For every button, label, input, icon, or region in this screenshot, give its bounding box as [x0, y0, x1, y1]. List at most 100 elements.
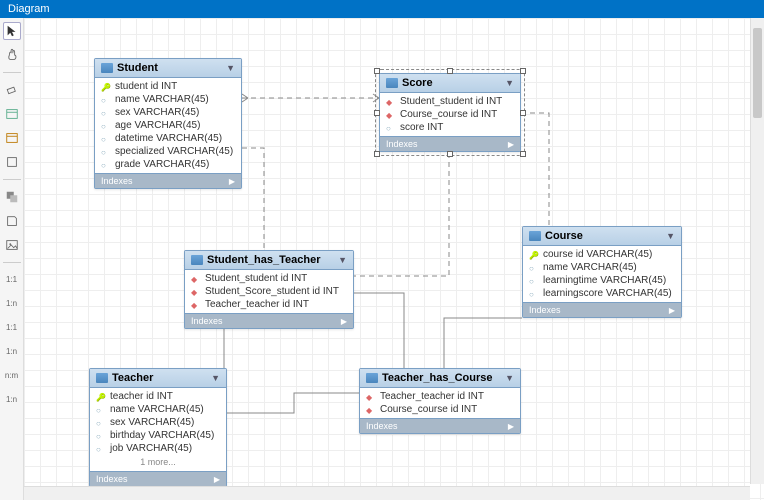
column-row[interactable]: student id INT [95, 80, 241, 93]
column-icon [101, 95, 111, 105]
tool-rel-1n-id[interactable]: 1:n [3, 343, 21, 361]
column-row[interactable]: course id VARCHAR(45) [523, 248, 681, 261]
entity-footer[interactable]: Indexes▶ [380, 136, 520, 151]
tool-table[interactable] [3, 105, 21, 123]
entity-footer[interactable]: Indexes▶ [185, 313, 353, 328]
tool-rel-1n[interactable]: 1:n [3, 295, 21, 313]
table-icon [529, 231, 541, 241]
table-icon [191, 255, 203, 265]
column-row[interactable]: teacher id INT [90, 390, 226, 403]
entity-teacher-has-course[interactable]: Teacher_has_Course ▼ Teacher_teacher id … [359, 368, 521, 434]
window-title: Diagram [8, 3, 50, 15]
column-icon [101, 121, 111, 131]
chevron-right-icon: ▶ [669, 306, 675, 315]
column-row[interactable]: datetime VARCHAR(45) [95, 132, 241, 145]
fk-icon [366, 392, 376, 402]
column-icon [96, 405, 106, 415]
column-row[interactable]: score INT [380, 121, 520, 134]
table-icon [386, 78, 398, 88]
tool-eraser[interactable] [3, 81, 21, 99]
entity-body: Teacher_teacher id INT Course_course id … [360, 388, 520, 418]
diagram-canvas[interactable]: Student ▼ student id INT name VARCHAR(45… [24, 18, 764, 500]
tool-pointer[interactable] [3, 22, 21, 40]
entity-header[interactable]: Score ▼ [380, 74, 520, 93]
column-row[interactable]: Student_student id INT [185, 272, 353, 285]
column-row[interactable]: name VARCHAR(45) [90, 403, 226, 416]
selection-handle[interactable] [520, 68, 526, 74]
tool-rel-11[interactable]: 1:1 [3, 271, 21, 289]
selection-handle[interactable] [447, 151, 453, 157]
entity-title: Teacher [112, 372, 153, 384]
entity-body: teacher id INT name VARCHAR(45) sex VARC… [90, 388, 226, 471]
column-row[interactable]: Course_course id INT [380, 108, 520, 121]
chevron-right-icon: ▶ [341, 317, 347, 326]
column-row[interactable]: age VARCHAR(45) [95, 119, 241, 132]
tool-hand[interactable] [3, 46, 21, 64]
column-row[interactable]: birthday VARCHAR(45) [90, 429, 226, 442]
more-indicator[interactable]: 1 more... [90, 455, 226, 469]
entity-student-has-teacher[interactable]: Student_has_Teacher ▼ Student_student id… [184, 250, 354, 329]
column-row[interactable]: learningscore VARCHAR(45) [523, 287, 681, 300]
column-icon [96, 444, 106, 454]
column-row[interactable]: name VARCHAR(45) [523, 261, 681, 274]
column-row[interactable]: sex VARCHAR(45) [95, 106, 241, 119]
entity-header[interactable]: Student_has_Teacher ▼ [185, 251, 353, 270]
horizontal-scrollbar[interactable] [24, 486, 750, 500]
entity-title: Teacher_has_Course [382, 372, 492, 384]
column-row[interactable]: job VARCHAR(45) [90, 442, 226, 455]
entity-body: Student_student id INT Course_course id … [380, 93, 520, 136]
tool-view[interactable] [3, 129, 21, 147]
column-row[interactable]: Teacher_teacher id INT [360, 390, 520, 403]
entity-course[interactable]: Course ▼ course id VARCHAR(45) name VARC… [522, 226, 682, 318]
tool-image[interactable] [3, 236, 21, 254]
chevron-down-icon: ▼ [505, 373, 514, 383]
table-icon [101, 63, 113, 73]
entity-title: Score [402, 77, 433, 89]
table-icon [96, 373, 108, 383]
column-icon [96, 418, 106, 428]
fk-icon [191, 274, 201, 284]
entity-footer[interactable]: Indexes▶ [360, 418, 520, 433]
entity-header[interactable]: Student ▼ [95, 59, 241, 78]
selection-handle[interactable] [447, 68, 453, 74]
fk-icon [386, 110, 396, 120]
selection-handle[interactable] [374, 110, 380, 116]
vertical-scrollbar[interactable] [750, 18, 764, 484]
entity-header[interactable]: Teacher ▼ [90, 369, 226, 388]
tool-rel-11-id[interactable]: 1:1 [3, 319, 21, 337]
selection-handle[interactable] [374, 151, 380, 157]
entity-title: Student_has_Teacher [207, 254, 321, 266]
column-row[interactable]: Student_Score_student id INT [185, 285, 353, 298]
entity-header[interactable]: Teacher_has_Course ▼ [360, 369, 520, 388]
entity-score[interactable]: Score ▼ Student_student id INT Course_co… [379, 73, 521, 152]
column-row[interactable]: grade VARCHAR(45) [95, 158, 241, 171]
scrollbar-thumb[interactable] [753, 28, 762, 118]
column-row[interactable]: specialized VARCHAR(45) [95, 145, 241, 158]
tool-layer[interactable] [3, 188, 21, 206]
entity-header[interactable]: Course ▼ [523, 227, 681, 246]
tool-routine[interactable] [3, 153, 21, 171]
column-row[interactable]: sex VARCHAR(45) [90, 416, 226, 429]
column-row[interactable]: Student_student id INT [380, 95, 520, 108]
chevron-down-icon: ▼ [211, 373, 220, 383]
entity-footer[interactable]: Indexes▶ [95, 173, 241, 188]
selection-handle[interactable] [374, 68, 380, 74]
entity-teacher[interactable]: Teacher ▼ teacher id INT name VARCHAR(45… [89, 368, 227, 487]
canvas-wrap: Student ▼ student id INT name VARCHAR(45… [24, 18, 764, 500]
column-icon [101, 134, 111, 144]
selection-handle[interactable] [520, 110, 526, 116]
entity-footer[interactable]: Indexes▶ [523, 302, 681, 317]
column-row[interactable]: Course_course id INT [360, 403, 520, 416]
entity-student[interactable]: Student ▼ student id INT name VARCHAR(45… [94, 58, 242, 189]
column-row[interactable]: Teacher_teacher id INT [185, 298, 353, 311]
window-titlebar: Diagram [0, 0, 764, 18]
tool-rel-nm[interactable]: n:m [3, 367, 21, 385]
entity-footer[interactable]: Indexes▶ [90, 471, 226, 486]
tool-rel-1n-nm[interactable]: 1:n [3, 391, 21, 409]
chevron-down-icon: ▼ [338, 255, 347, 265]
column-row[interactable]: name VARCHAR(45) [95, 93, 241, 106]
column-icon [529, 276, 539, 286]
column-row[interactable]: learningtime VARCHAR(45) [523, 274, 681, 287]
tool-note[interactable] [3, 212, 21, 230]
selection-handle[interactable] [520, 151, 526, 157]
